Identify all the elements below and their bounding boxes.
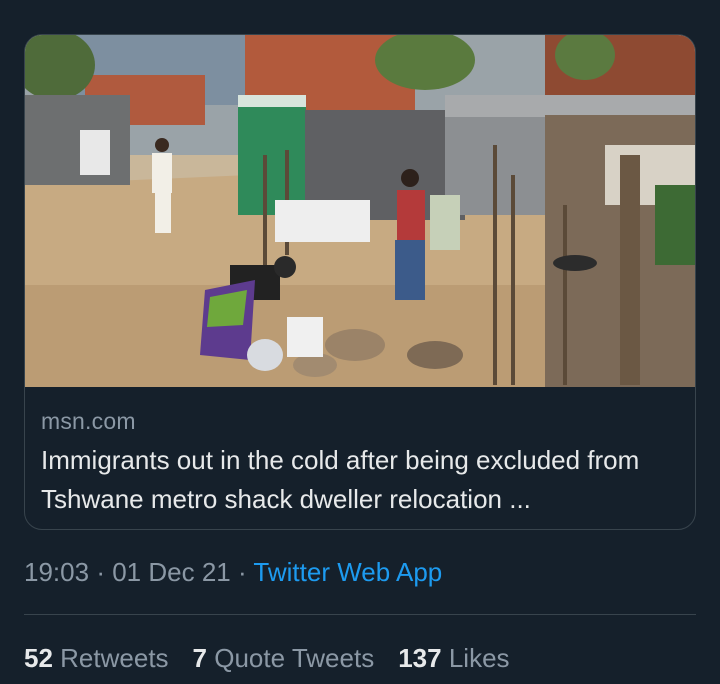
quote-tweets-count: 7 [192,643,208,673]
divider [24,614,696,615]
tweet-stats: 52 Retweets 7 Quote Tweets 137 Likes [24,643,510,674]
card-domain[interactable]: msn.com [41,408,136,435]
link-preview-card[interactable]: msn.com Immigrants out in the cold after… [24,34,696,530]
tweet-meta: 19:03 · 01 Dec 21 · Twitter Web App [24,557,442,588]
tweet-source-link[interactable]: Twitter Web App [253,557,442,587]
meta-separator: · [237,557,247,587]
card-image[interactable] [25,35,695,387]
meta-separator: · [96,557,105,587]
settlement-photo [25,35,695,387]
tweet-time[interactable]: 19:03 [24,557,89,587]
quote-tweets-label: Quote Tweets [214,643,375,673]
likes-count: 137 [398,643,442,673]
retweets-count: 52 [24,643,53,673]
tweet-date[interactable]: 01 Dec 21 [112,557,231,587]
retweets-label: Retweets [60,643,169,673]
likes-stat[interactable]: 137 Likes [398,643,509,674]
likes-label: Likes [448,643,510,673]
card-title[interactable]: Immigrants out in the cold after being e… [41,441,681,519]
quote-tweets-stat[interactable]: 7 Quote Tweets [193,643,375,674]
retweets-stat[interactable]: 52 Retweets [24,643,169,674]
